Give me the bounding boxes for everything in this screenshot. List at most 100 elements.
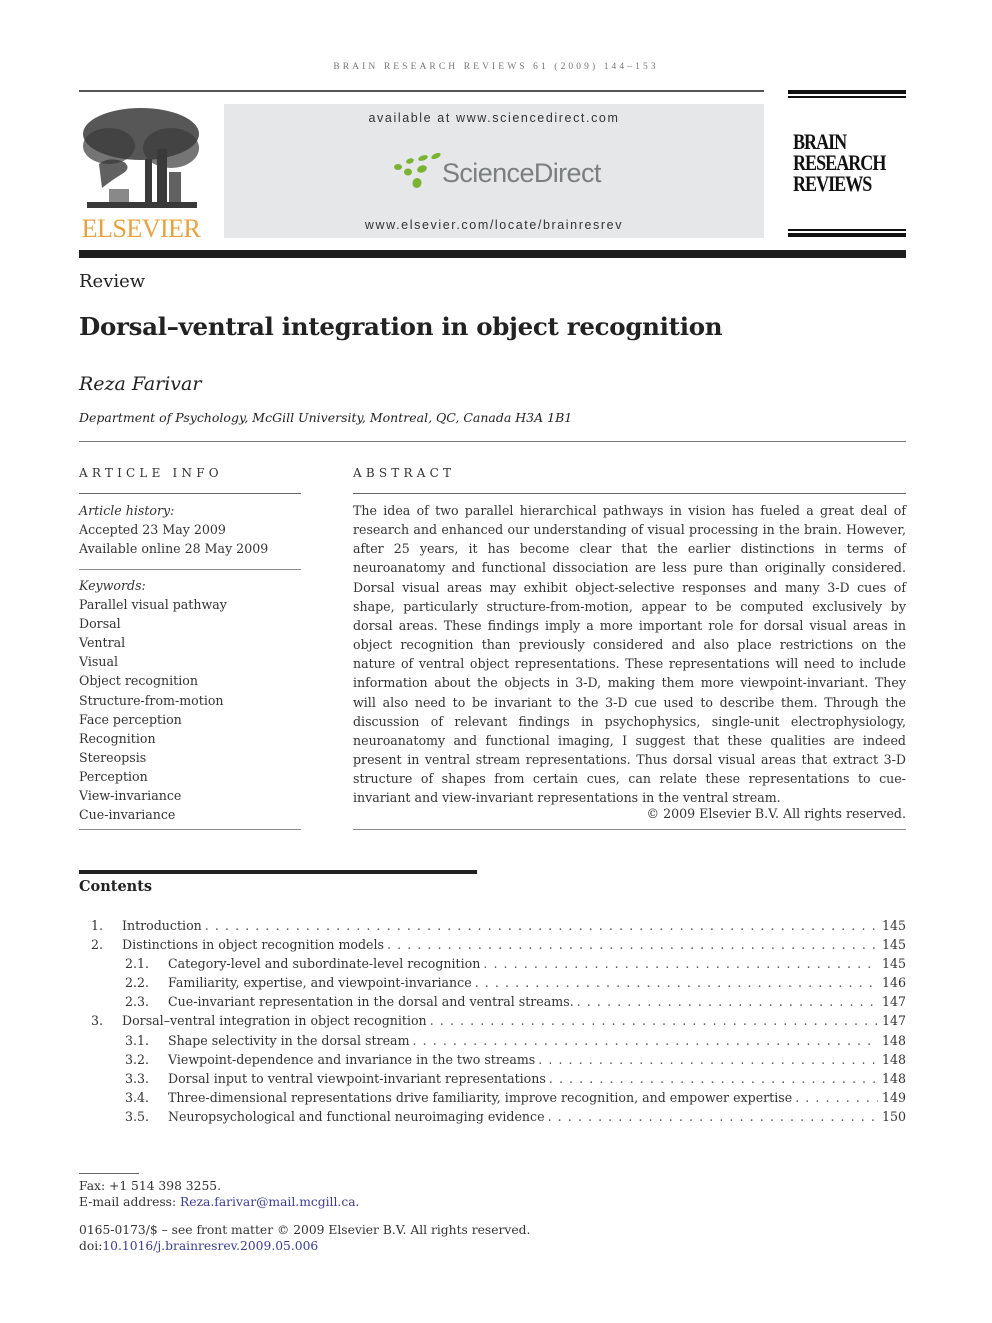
toc-leader-dots: ........................................… — [795, 1089, 878, 1105]
toc-entry-title[interactable]: Viewpoint-dependence and invariance in t… — [168, 1049, 539, 1069]
toc-entry-title[interactable]: Introduction — [122, 916, 205, 936]
toc-entry-line: Distinctions in object recognition model… — [122, 935, 906, 955]
contents-rule — [79, 870, 477, 874]
toc-entry-page: 146 — [877, 973, 906, 993]
toc-entry-page: 147 — [877, 992, 906, 1012]
toc-entry-title[interactable]: Cue-invariant representation in the dors… — [168, 992, 577, 1012]
sciencedirect-wordmark: ScienceDirect — [442, 158, 601, 188]
title-divider — [79, 441, 906, 442]
toc-entry-line: Cue-invariant representation in the dors… — [168, 992, 906, 1012]
doi-label: doi: — [79, 1239, 103, 1253]
toc-entry-page: 145 — [877, 935, 906, 955]
toc-entry-title[interactable]: Neuropsychological and functional neuroi… — [168, 1106, 548, 1127]
abstract-rule — [353, 493, 906, 494]
toc-entry-line: Category-level and subordinate-level rec… — [168, 954, 906, 974]
article-info-heading: ARTICLE INFO — [79, 466, 223, 480]
toc-entry-title[interactable]: Shape selectivity in the dorsal stream — [168, 1030, 413, 1050]
author-affiliation: Department of Psychology, McGill Univers… — [79, 410, 573, 425]
journal-title-rule — [788, 229, 906, 231]
journal-title-rule — [788, 233, 906, 237]
keyword-item: Ventral — [79, 635, 126, 651]
contents-heading: Contents — [79, 878, 153, 895]
toc-entry-line: Shape selectivity in the dorsal stream..… — [168, 1030, 906, 1050]
front-matter-notice: 0165-0173/$ – see front matter © 2009 El… — [79, 1223, 531, 1237]
toc-entry-number: 3. — [91, 1013, 104, 1029]
toc-entry[interactable]: 3.3. Dorsal input to ventral viewpoint-in… — [79, 1068, 906, 1088]
abstract-heading: ABSTRACT — [353, 466, 456, 480]
toc-entry-page: 149 — [877, 1087, 906, 1107]
keyword-item: Dorsal — [79, 616, 121, 632]
toc-entry[interactable]: 2.3. Cue-invariant representation in the … — [79, 992, 906, 1012]
keyword-item: View-invariance — [79, 788, 182, 804]
journal-url-link[interactable]: www.elsevier.com/locate/brainresrev — [224, 218, 764, 232]
toc-leader-dots: ........................................… — [412, 1032, 878, 1048]
email-suffix: . — [355, 1195, 360, 1209]
table-of-contents: 1. Introduction..........................… — [79, 916, 906, 1127]
article-info-rule — [79, 569, 301, 570]
article-history: Article history: Accepted 23 May 2009 Av… — [79, 501, 301, 558]
toc-entry[interactable]: 2.1. Category-level and subordinate-level… — [79, 954, 906, 974]
toc-entry-line: Three-dimensional representations drive … — [168, 1087, 906, 1107]
toc-leader-dots: ........................................… — [548, 1070, 878, 1086]
toc-entry[interactable]: 3.5. Neuropsychological and functional ne… — [79, 1106, 906, 1127]
sciencedirect-availability-link[interactable]: available at www.sciencedirect.com — [224, 111, 764, 125]
toc-entry-title[interactable]: Familiarity, expertise, and viewpoint-in… — [168, 973, 475, 993]
keyword-item: Cue-invariance — [79, 807, 176, 823]
toc-entry-line: Familiarity, expertise, and viewpoint-in… — [168, 973, 906, 993]
toc-entry-number: 2.2. — [125, 975, 150, 991]
toc-entry-line: Neuropsychological and functional neuroi… — [168, 1106, 906, 1127]
toc-entry[interactable]: 2.2. Familiarity, expertise, and viewpoin… — [79, 973, 906, 993]
article-history-label: Article history: — [79, 503, 175, 518]
fax-footnote: Fax: +1 514 398 3255. — [79, 1179, 222, 1193]
toc-leader-dots: ........................................… — [538, 1051, 878, 1067]
toc-entry[interactable]: 3.2. Viewpoint-dependence and invariance … — [79, 1049, 906, 1069]
toc-entry-number: 1. — [91, 918, 104, 933]
article-title: Dorsal–ventral integration in object rec… — [79, 312, 723, 341]
toc-entry-page: 148 — [877, 1030, 906, 1050]
history-item: Accepted 23 May 2009 — [79, 522, 226, 538]
abstract-rule — [353, 829, 906, 830]
keyword-item: Face perception — [79, 711, 182, 727]
toc-entry[interactable]: 3. Dorsal–ventral integration in object r… — [79, 1011, 906, 1031]
email-link[interactable]: Reza.farivar@mail.mcgill.ca — [180, 1195, 356, 1209]
doi-link[interactable]: 10.1016/j.brainresrev.2009.05.006 — [102, 1239, 318, 1253]
journal-title-line: BRAIN — [793, 129, 847, 154]
toc-leader-dots: ........................................… — [386, 937, 878, 953]
toc-entry-number: 2. — [91, 937, 104, 953]
toc-entry[interactable]: 1. Introduction..........................… — [79, 916, 906, 936]
toc-entry-number: 2.3. — [125, 994, 150, 1010]
toc-entry-title[interactable]: Three-dimensional representations drive … — [168, 1087, 796, 1107]
toc-leader-dots: ........................................… — [204, 918, 878, 933]
keyword-item: Structure-from-motion — [79, 692, 224, 708]
toc-entry-title[interactable]: Dorsal–ventral integration in object rec… — [122, 1011, 430, 1031]
toc-entry-number: 3.4. — [125, 1089, 150, 1105]
keywords-label: Keywords: — [79, 578, 146, 593]
toc-entry-title[interactable]: Dorsal input to ventral viewpoint-invari… — [168, 1068, 549, 1088]
article-type: Review — [79, 271, 146, 292]
abstract-copyright: © 2009 Elsevier B.V. All rights reserved… — [646, 806, 906, 821]
elsevier-wordmark: ELSEVIER — [81, 214, 201, 243]
toc-entry-number: 3.5. — [125, 1108, 150, 1124]
toc-entry-title[interactable]: Distinctions in object recognition model… — [122, 935, 387, 955]
toc-entry[interactable]: 2. Distinctions in object recognition mod… — [79, 935, 906, 955]
keyword-item: Recognition — [79, 730, 156, 746]
abstract-body: The idea of two parallel hierarchical pa… — [353, 503, 906, 806]
toc-entry-page: 150 — [877, 1106, 906, 1127]
toc-entry-page: 148 — [877, 1068, 906, 1088]
header-rule — [79, 90, 764, 92]
keyword-item: Parallel visual pathway — [79, 597, 227, 613]
toc-entry[interactable]: 3.1. Shape selectivity in the dorsal stre… — [79, 1030, 906, 1050]
keywords-list: Keywords: Parallel visual pathway Dorsal… — [79, 576, 301, 824]
keyword-item: Perception — [79, 768, 148, 784]
toc-leader-dots: ........................................… — [474, 975, 878, 991]
keyword-item: Stereopsis — [79, 749, 147, 765]
toc-entry-line: Dorsal–ventral integration in object rec… — [122, 1011, 906, 1031]
toc-entry-number: 3.2. — [125, 1051, 150, 1067]
toc-entry-page: 148 — [877, 1049, 906, 1069]
history-item: Available online 28 May 2009 — [79, 541, 269, 557]
toc-entry-title[interactable]: Category-level and subordinate-level rec… — [168, 954, 484, 974]
journal-title-rule — [788, 96, 906, 98]
journal-title-line: RESEARCH — [793, 150, 886, 175]
running-header: BRAIN RESEARCH REVIEWS 61 (2009) 144–153 — [333, 62, 659, 72]
toc-entry[interactable]: 3.4. Three-dimensional representations dr… — [79, 1087, 906, 1107]
